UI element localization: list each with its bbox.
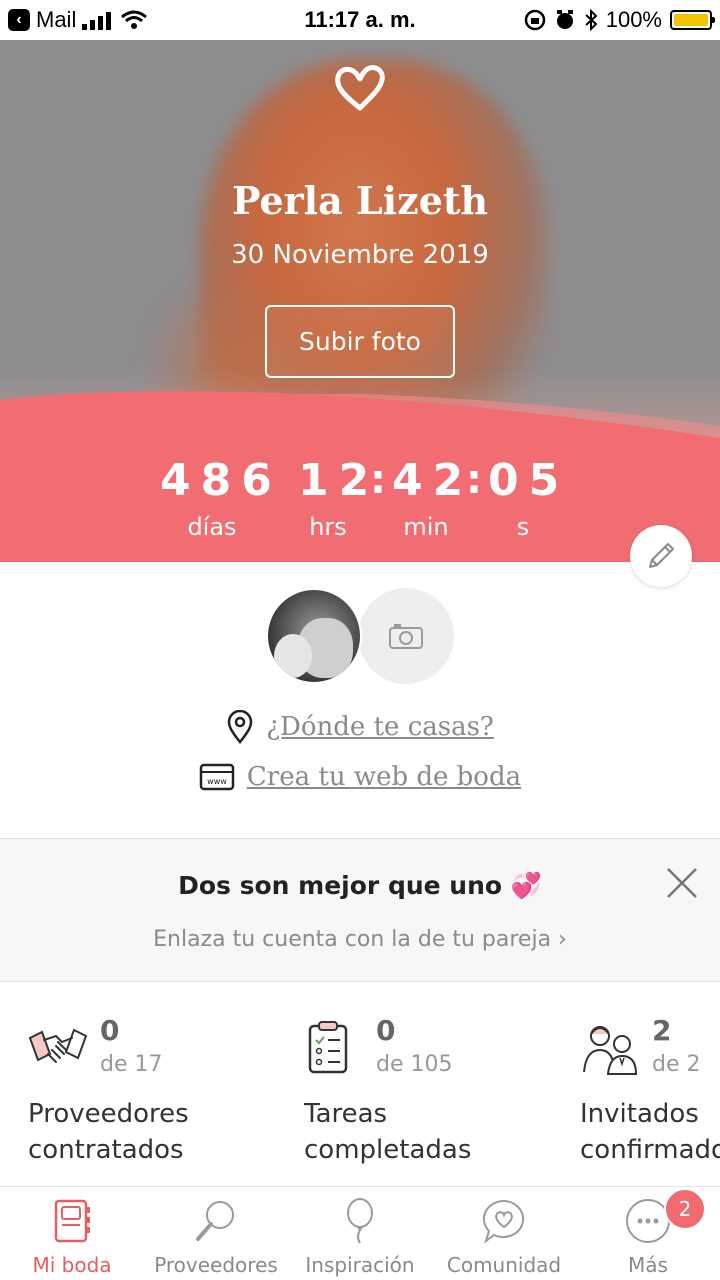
notebook-icon bbox=[54, 1199, 90, 1243]
guests-icon bbox=[583, 1026, 638, 1075]
stat-label: Invitados confirmados bbox=[580, 1096, 720, 1168]
upload-photo-button[interactable]: Subir foto bbox=[265, 305, 455, 378]
website-icon: www bbox=[199, 763, 235, 791]
stat-label: Proveedores contratados bbox=[28, 1096, 189, 1168]
stat-count: 2 bbox=[652, 1014, 672, 1047]
create-wedding-website-link[interactable]: www Crea tu web de boda bbox=[0, 762, 720, 792]
tab-label: Mi boda bbox=[32, 1253, 112, 1277]
partner-card-subtitle[interactable]: Enlaza tu cuenta con la de tu pareja › bbox=[0, 927, 720, 952]
stat-guests-confirmed[interactable]: 2 de 2 Invitados confirmados bbox=[580, 1012, 720, 1172]
tab-label: Comunidad bbox=[446, 1253, 562, 1277]
countdown-seconds: 05 bbox=[488, 455, 570, 506]
create-wedding-website-label: Crea tu web de boda bbox=[246, 762, 522, 792]
alarm-icon bbox=[556, 10, 573, 29]
tab-inspiracion[interactable]: Inspiración bbox=[288, 1187, 432, 1280]
balloon-icon bbox=[347, 1198, 373, 1244]
stat-label-line: completadas bbox=[304, 1135, 472, 1165]
stat-label-line: Tareas bbox=[304, 1099, 388, 1129]
camera-icon bbox=[389, 624, 423, 649]
countdown-seconds-label: s bbox=[516, 513, 530, 541]
stat-total: de 17 bbox=[100, 1052, 163, 1077]
stat-count: 0 bbox=[376, 1014, 396, 1047]
notification-badge: 2 bbox=[664, 1188, 706, 1230]
partner-avatar-placeholder[interactable] bbox=[358, 588, 454, 684]
wedding-date: 30 Noviembre 2019 bbox=[231, 240, 489, 270]
partner-card-title: Dos son mejor que uno 💞 bbox=[178, 871, 542, 900]
stat-count: 0 bbox=[100, 1014, 120, 1047]
hero-banner: Perla Lizeth 30 Noviembre 2019 Subir fot… bbox=[0, 40, 720, 562]
stat-label: Tareas completadas bbox=[304, 1096, 471, 1168]
wedding-location-label: ¿Dónde te casas? bbox=[266, 712, 494, 742]
wedding-location-link[interactable]: ¿Dónde te casas? bbox=[0, 710, 720, 744]
bluetooth-icon bbox=[585, 9, 598, 31]
countdown-minutes-label: min bbox=[403, 513, 449, 541]
tab-mi-boda[interactable]: Mi boda bbox=[0, 1187, 144, 1280]
countdown-separator: : bbox=[370, 457, 386, 503]
stat-label-line: contratados bbox=[28, 1135, 184, 1165]
svg-text:www: www bbox=[207, 777, 227, 786]
link-partner-card[interactable]: Dos son mejor que uno 💞 Enlaza tu cuenta… bbox=[0, 838, 720, 982]
countdown-days-label: días bbox=[187, 513, 237, 541]
stat-total: de 2 bbox=[652, 1052, 701, 1077]
edit-button[interactable] bbox=[630, 525, 692, 587]
stat-label-line: confirmados bbox=[580, 1135, 720, 1165]
couple-name: Perla Lizeth bbox=[231, 178, 489, 223]
heart-logo-icon bbox=[335, 65, 385, 111]
bottom-tab-bar: Mi boda Proveedores Inspiración Comunida… bbox=[0, 1186, 720, 1280]
tab-label: Más bbox=[628, 1253, 668, 1277]
user-avatar[interactable] bbox=[266, 588, 362, 684]
magnifier-icon bbox=[196, 1201, 234, 1241]
stat-tasks-completed[interactable]: 0 de 105 Tareas completadas bbox=[304, 1012, 544, 1172]
rotation-lock-icon bbox=[524, 9, 545, 31]
battery-percent: 100% bbox=[605, 7, 662, 32]
countdown-hours: 12 bbox=[298, 455, 380, 506]
countdown-days: 486 bbox=[160, 455, 282, 506]
stat-label-line: Proveedores bbox=[28, 1099, 189, 1129]
location-pin-icon bbox=[227, 710, 253, 744]
stat-label-line: Invitados bbox=[580, 1099, 699, 1129]
tab-label: Inspiración bbox=[305, 1253, 415, 1277]
tab-comunidad[interactable]: Comunidad bbox=[432, 1187, 576, 1280]
stat-vendors-hired[interactable]: 0 de 17 Proveedores contratados bbox=[28, 1012, 268, 1172]
countdown-separator: : bbox=[466, 457, 482, 503]
countdown: 486 días 12 hrs : 42 min : 05 s bbox=[0, 455, 720, 555]
stat-total: de 105 bbox=[376, 1052, 453, 1077]
chat-heart-icon bbox=[482, 1199, 525, 1244]
handshake-icon bbox=[28, 1028, 88, 1063]
status-bar: ‹ Mail 11:17 a. m. 100% bbox=[0, 0, 720, 40]
tab-proveedores[interactable]: Proveedores bbox=[144, 1187, 288, 1280]
countdown-hours-label: hrs bbox=[309, 513, 347, 541]
checklist-icon bbox=[308, 1021, 348, 1074]
countdown-minutes: 42 bbox=[392, 455, 474, 506]
pencil-icon bbox=[649, 543, 674, 568]
tab-label: Proveedores bbox=[154, 1253, 278, 1277]
battery-icon bbox=[670, 10, 715, 30]
close-icon[interactable] bbox=[664, 865, 700, 901]
